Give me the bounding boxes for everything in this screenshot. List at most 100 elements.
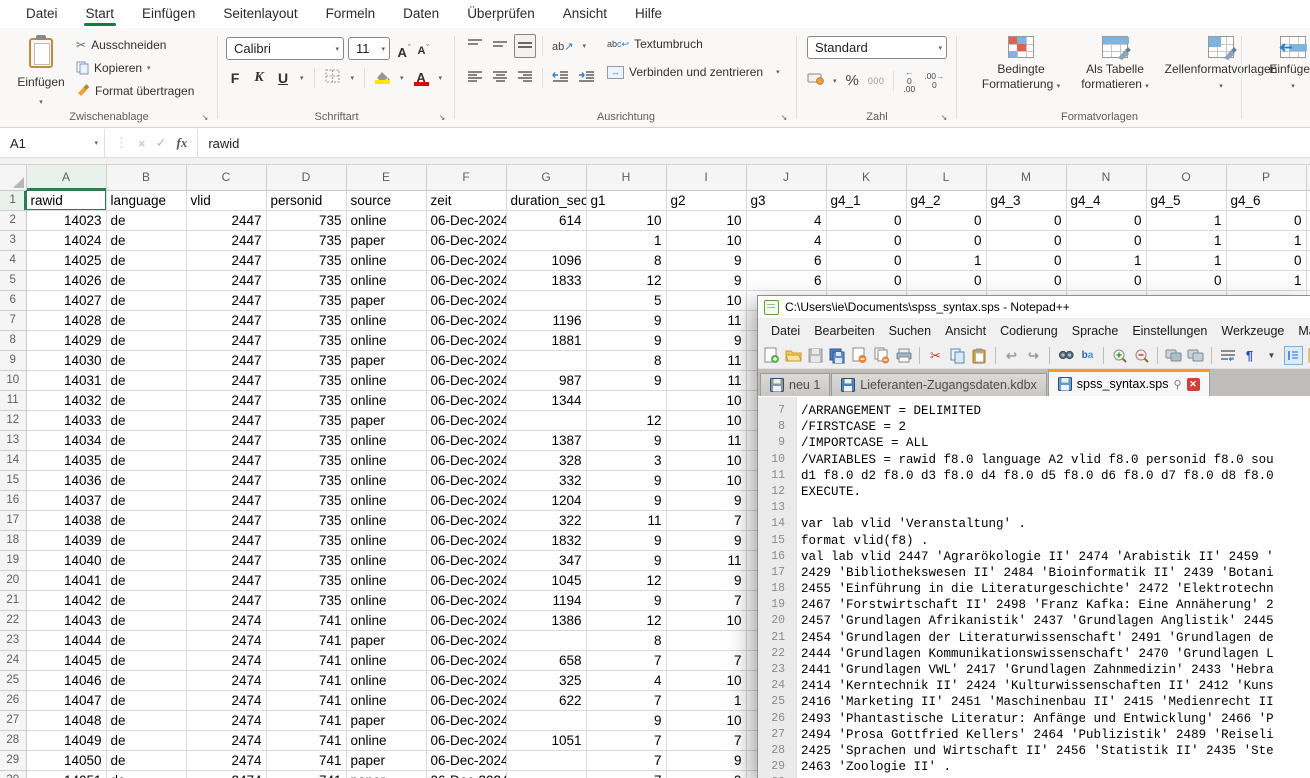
cell-B21[interactable]: de (106, 590, 186, 610)
cell-A7[interactable]: 14028 (26, 310, 106, 330)
cell-B17[interactable]: de (106, 510, 186, 530)
cell-I15[interactable]: 10 (666, 470, 746, 490)
cell-B1[interactable]: language (106, 190, 186, 210)
cell-F22[interactable]: 06-Dec-2024 (426, 610, 506, 630)
cell-I18[interactable]: 9 (666, 530, 746, 550)
cell-F2[interactable]: 06-Dec-2024 (426, 210, 506, 230)
cell-D12[interactable]: 735 (266, 410, 346, 430)
paste-button[interactable]: Einfügen ▾ (14, 36, 68, 114)
cell-G11[interactable]: 1344 (506, 390, 586, 410)
cell-M1[interactable]: g4_3 (986, 190, 1066, 210)
cell-B11[interactable]: de (106, 390, 186, 410)
cell-A29[interactable]: 14050 (26, 750, 106, 770)
cell-H29[interactable]: 7 (586, 750, 666, 770)
npp-menu-einstellungen[interactable]: Einstellungen (1125, 321, 1214, 341)
cell-G4[interactable]: 1096 (506, 250, 586, 270)
cell-B19[interactable]: de (106, 550, 186, 570)
cell-A2[interactable]: 14023 (26, 210, 106, 230)
cell-C3[interactable]: 2447 (186, 230, 266, 250)
cell-E11[interactable]: online (346, 390, 426, 410)
cell-O2[interactable]: 1 (1146, 210, 1226, 230)
word-wrap-icon[interactable] (1218, 346, 1237, 365)
cell-A13[interactable]: 14034 (26, 430, 106, 450)
cell-C10[interactable]: 2447 (186, 370, 266, 390)
cell-C1[interactable]: vlid (186, 190, 266, 210)
increase-indent-button[interactable] (578, 69, 595, 87)
cell-H5[interactable]: 12 (586, 270, 666, 290)
cell-B6[interactable]: de (106, 290, 186, 310)
row-header-10[interactable]: 10 (0, 370, 26, 390)
save-all-icon[interactable] (828, 346, 847, 365)
cell-F25[interactable]: 06-Dec-2024 (426, 670, 506, 690)
cell-D10[interactable]: 735 (266, 370, 346, 390)
cell-A23[interactable]: 14044 (26, 630, 106, 650)
cell-P5[interactable]: 1 (1226, 270, 1306, 290)
cell-A18[interactable]: 14039 (26, 530, 106, 550)
cell-D22[interactable]: 741 (266, 610, 346, 630)
column-header-J[interactable]: J (746, 165, 826, 190)
cell-G12[interactable] (506, 410, 586, 430)
show-symbols-dropdown-icon[interactable]: ▼ (1262, 346, 1281, 365)
cell-G15[interactable]: 332 (506, 470, 586, 490)
column-header-P[interactable]: P (1226, 165, 1306, 190)
font-name-combobox[interactable]: Calibri▾ (226, 37, 344, 60)
cell-B2[interactable]: de (106, 210, 186, 230)
row-header-2[interactable]: 2 (0, 210, 26, 230)
column-header-B[interactable]: B (106, 165, 186, 190)
cell-F20[interactable]: 06-Dec-2024 (426, 570, 506, 590)
cell-K4[interactable]: 0 (826, 250, 906, 270)
pin-icon[interactable]: ⚲ (1174, 378, 1182, 391)
cell-I6[interactable]: 10 (666, 290, 746, 310)
row-header-23[interactable]: 23 (0, 630, 26, 650)
cell-F13[interactable]: 06-Dec-2024 (426, 430, 506, 450)
cell-D18[interactable]: 735 (266, 530, 346, 550)
cell-B30[interactable]: de (106, 770, 186, 778)
cell-D15[interactable]: 735 (266, 470, 346, 490)
row-header-7[interactable]: 7 (0, 310, 26, 330)
cell-H4[interactable]: 8 (586, 250, 666, 270)
cell-A20[interactable]: 14041 (26, 570, 106, 590)
cell-G20[interactable]: 1045 (506, 570, 586, 590)
row-header-26[interactable]: 26 (0, 690, 26, 710)
cell-I7[interactable]: 11 (666, 310, 746, 330)
cell-H9[interactable]: 8 (586, 350, 666, 370)
cell-N1[interactable]: g4_4 (1066, 190, 1146, 210)
cell-I9[interactable]: 11 (666, 350, 746, 370)
replace-icon[interactable]: ba (1078, 346, 1097, 365)
underline-button[interactable]: U (276, 70, 290, 86)
cell-G8[interactable]: 1881 (506, 330, 586, 350)
cell-D6[interactable]: 735 (266, 290, 346, 310)
cell-B15[interactable]: de (106, 470, 186, 490)
cell-E9[interactable]: paper (346, 350, 426, 370)
cell-F4[interactable]: 06-Dec-2024 (426, 250, 506, 270)
row-header-27[interactable]: 27 (0, 710, 26, 730)
cell-I2[interactable]: 10 (666, 210, 746, 230)
decrease-font-size-button[interactable]: Aˇ (414, 46, 428, 52)
align-top-button[interactable] (467, 37, 483, 55)
close-all-icon[interactable] (872, 346, 891, 365)
column-header-E[interactable]: E (346, 165, 426, 190)
cell-E6[interactable]: paper (346, 290, 426, 310)
cell-K3[interactable]: 0 (826, 230, 906, 250)
cell-H11[interactable] (586, 390, 666, 410)
cell-A11[interactable]: 14032 (26, 390, 106, 410)
cell-A6[interactable]: 14027 (26, 290, 106, 310)
npp-menu-sprache[interactable]: Sprache (1065, 321, 1126, 341)
cell-E25[interactable]: online (346, 670, 426, 690)
cell-E24[interactable]: online (346, 650, 426, 670)
cell-I14[interactable]: 10 (666, 450, 746, 470)
function-list-icon[interactable] (1306, 346, 1310, 365)
cell-I27[interactable]: 10 (666, 710, 746, 730)
cell-E28[interactable]: online (346, 730, 426, 750)
bold-button[interactable]: F (228, 70, 242, 86)
cell-B22[interactable]: de (106, 610, 186, 630)
cell-I29[interactable]: 9 (666, 750, 746, 770)
cell-E12[interactable]: paper (346, 410, 426, 430)
cell-G23[interactable] (506, 630, 586, 650)
orientation-button[interactable]: ab↗ (552, 40, 573, 53)
cell-H12[interactable]: 12 (586, 410, 666, 430)
cell-I17[interactable]: 7 (666, 510, 746, 530)
cell-H8[interactable]: 9 (586, 330, 666, 350)
cell-D7[interactable]: 735 (266, 310, 346, 330)
cell-C29[interactable]: 2474 (186, 750, 266, 770)
